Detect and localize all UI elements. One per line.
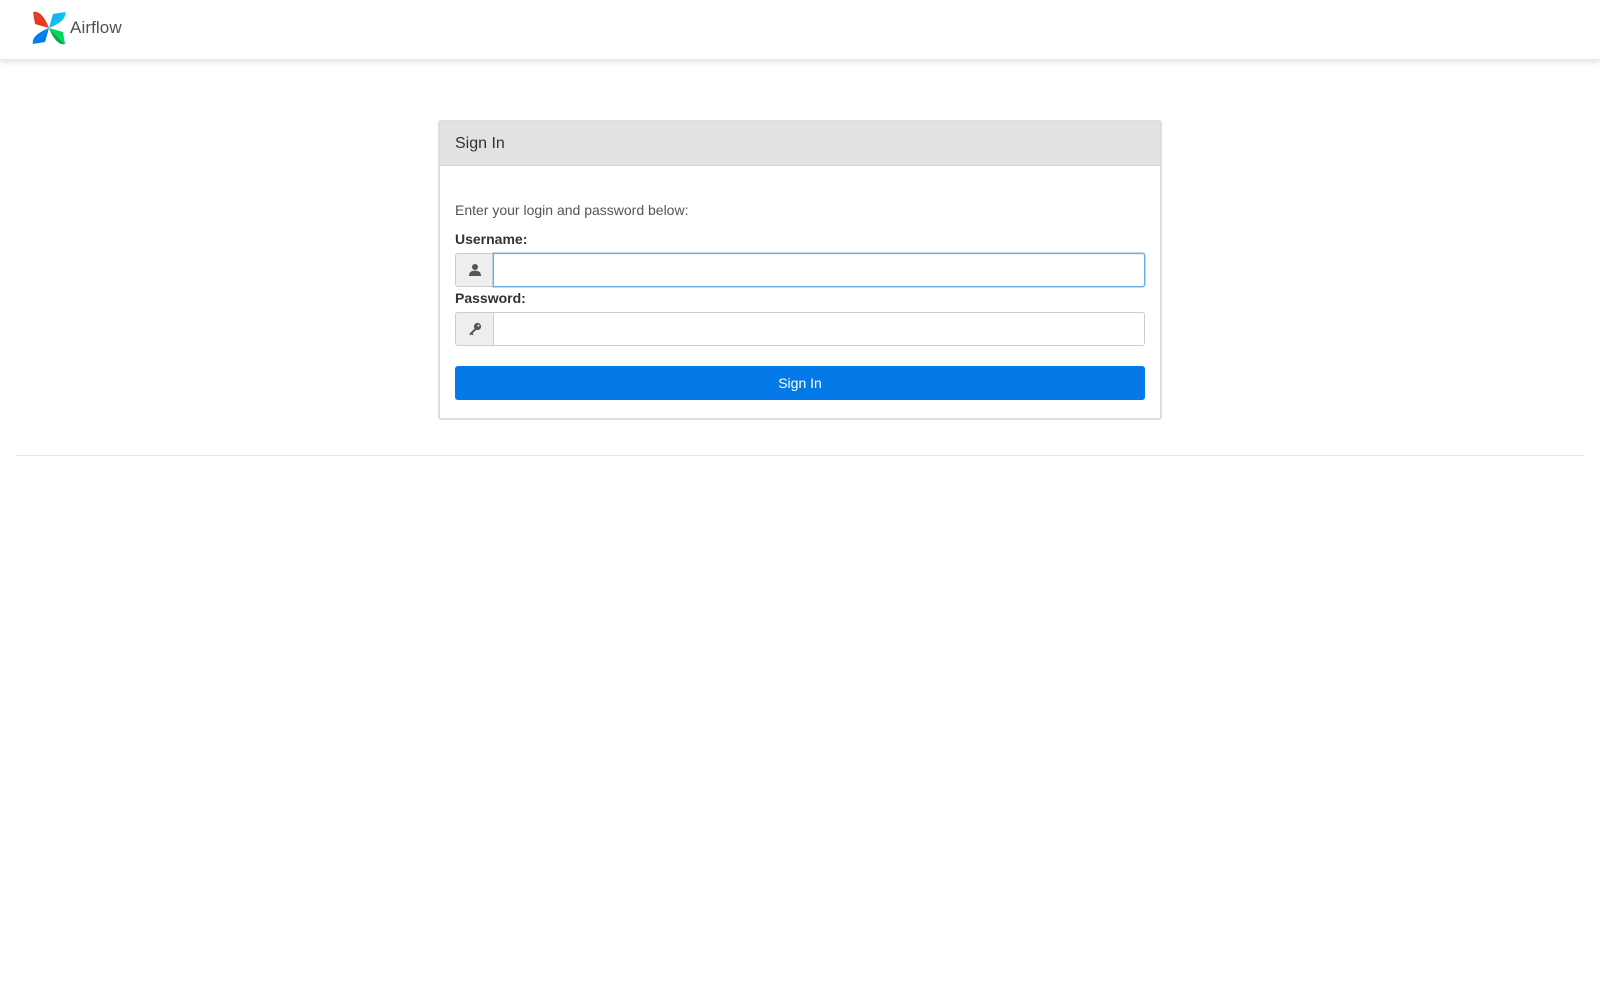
brand-link[interactable]: Airflow bbox=[31, 10, 122, 46]
top-navbar: Airflow bbox=[0, 0, 1600, 60]
username-input[interactable] bbox=[493, 253, 1145, 287]
panel-title: Sign In bbox=[455, 134, 505, 152]
sign-in-button[interactable]: Sign In bbox=[455, 366, 1145, 400]
brand-name: Airflow bbox=[70, 18, 122, 37]
username-label: Username: bbox=[455, 231, 528, 247]
login-panel: Sign In Enter your login and password be… bbox=[438, 120, 1162, 420]
username-input-group bbox=[455, 253, 1145, 287]
footer-divider bbox=[16, 455, 1584, 456]
login-instructions: Enter your login and password below: bbox=[455, 202, 689, 218]
username-addon bbox=[455, 253, 493, 287]
password-input[interactable] bbox=[493, 312, 1145, 346]
user-icon bbox=[468, 264, 481, 276]
panel-heading: Sign In bbox=[440, 122, 1160, 166]
password-input-group bbox=[455, 312, 1145, 346]
password-addon bbox=[455, 312, 493, 346]
airflow-logo-icon bbox=[32, 11, 66, 45]
key-icon bbox=[468, 322, 481, 336]
password-label: Password: bbox=[455, 290, 526, 306]
